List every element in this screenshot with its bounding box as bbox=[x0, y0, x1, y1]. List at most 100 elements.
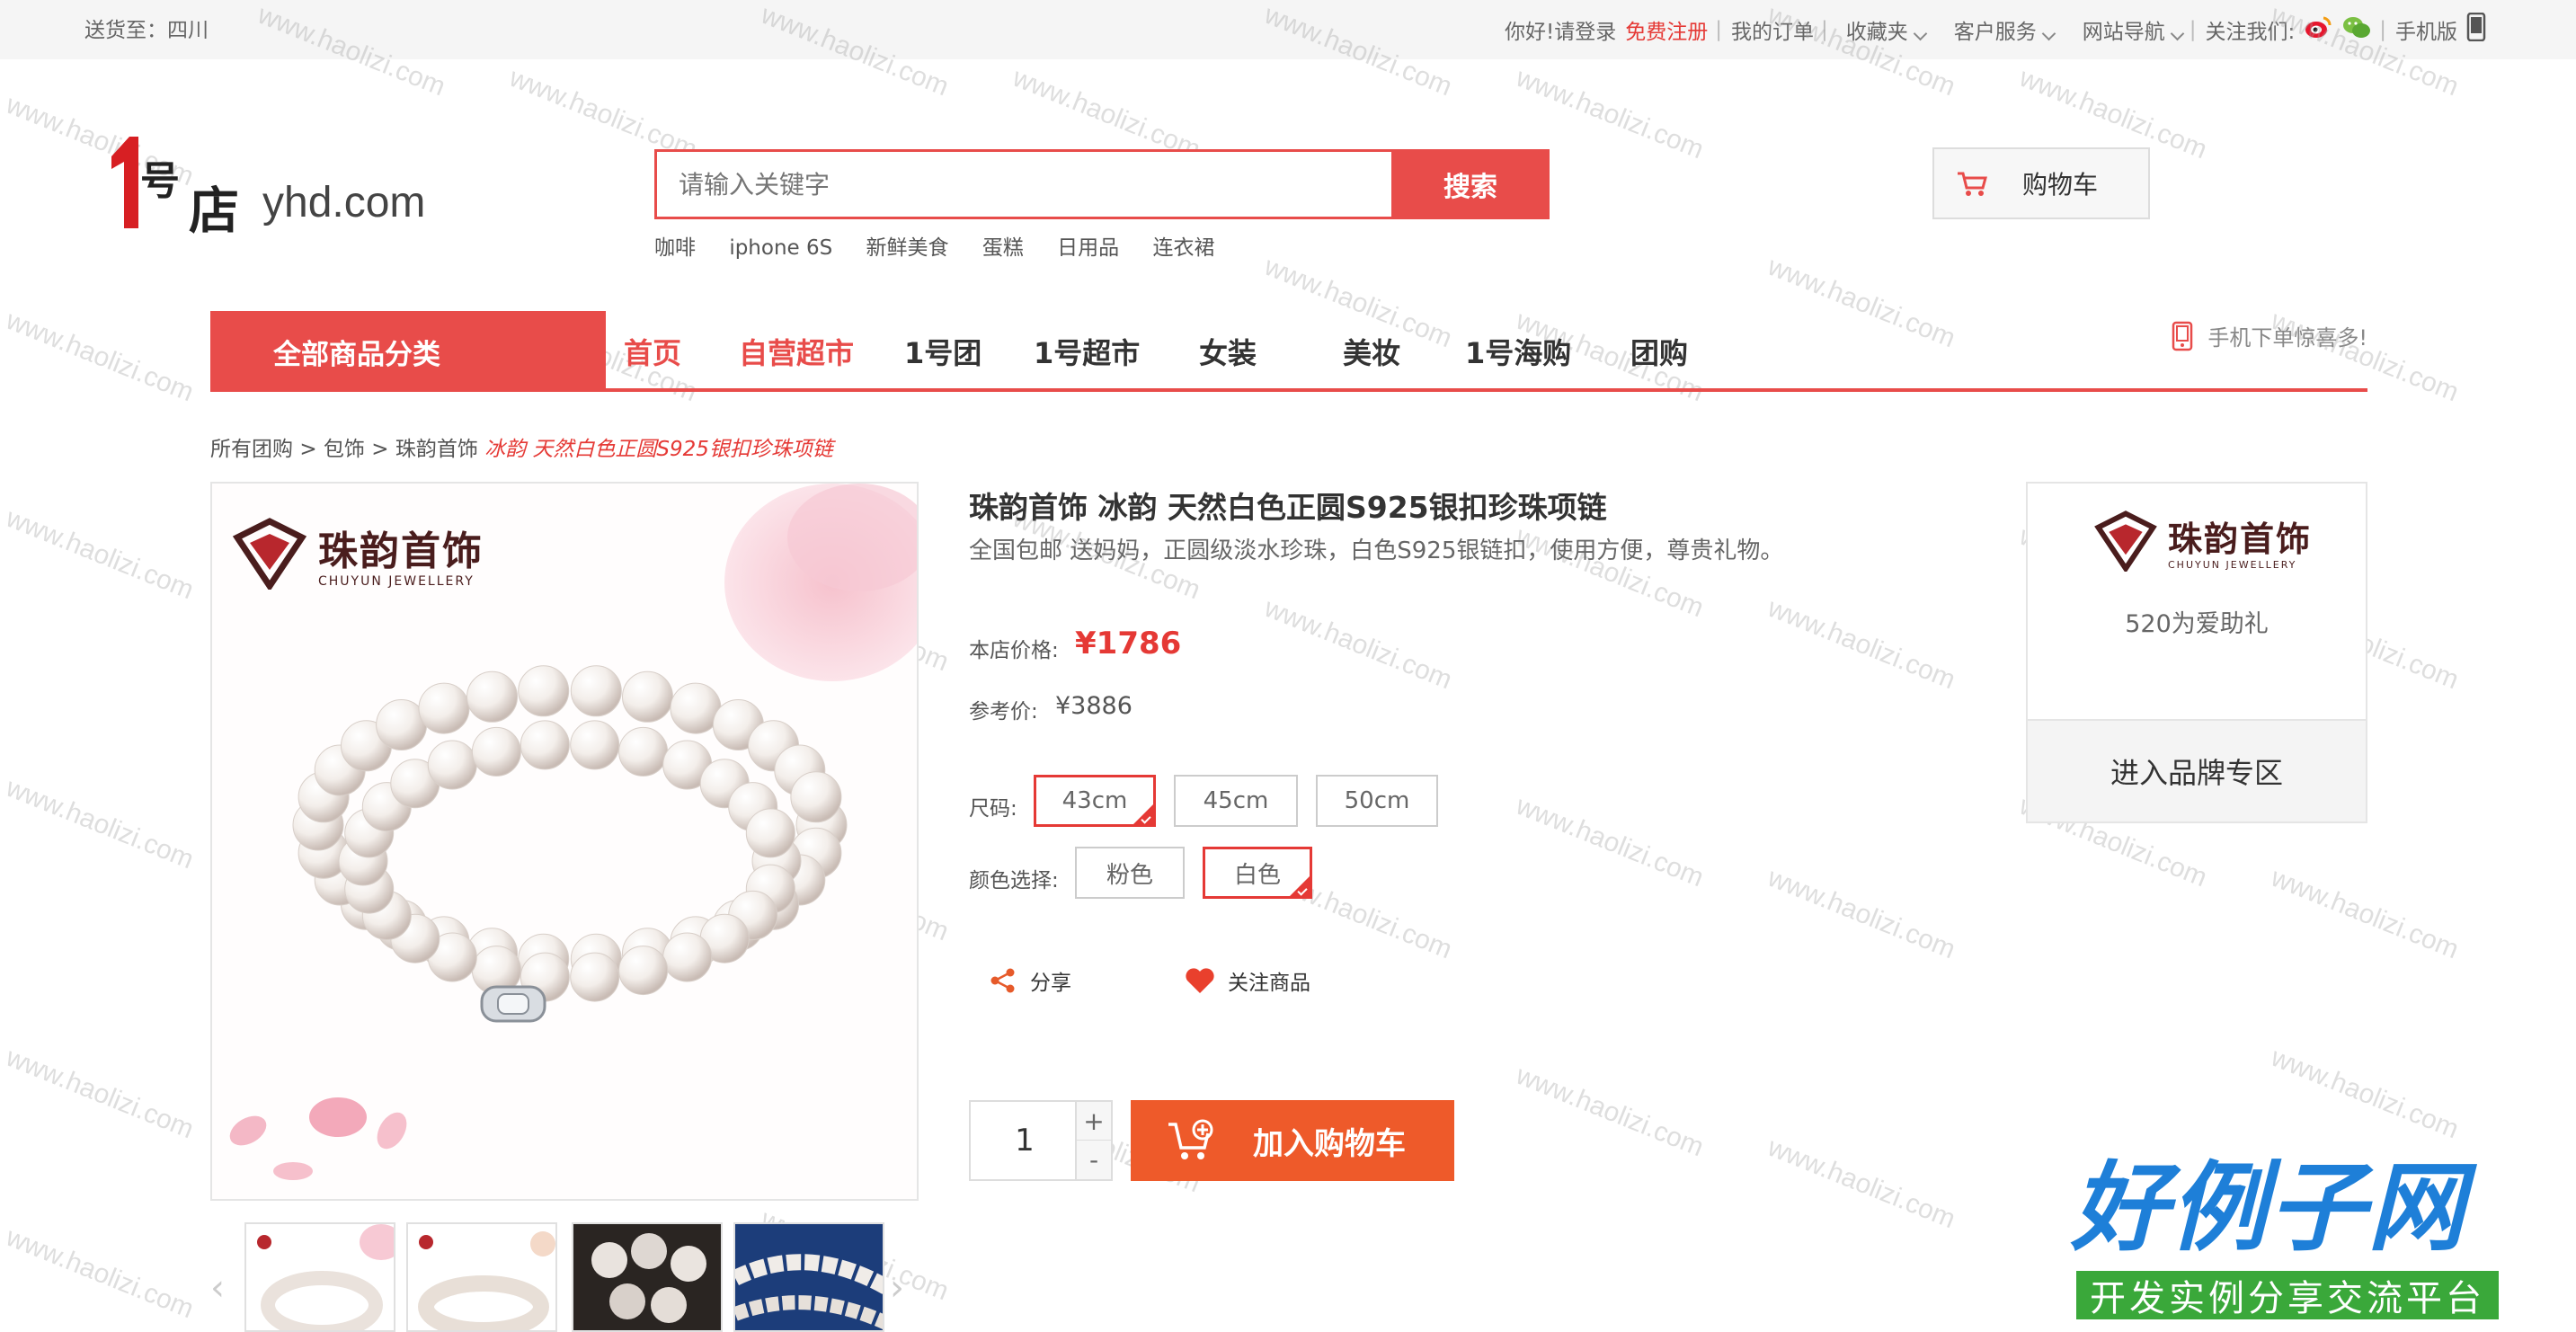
brand-gem-icon bbox=[232, 518, 307, 590]
site-badge: 好例子网 开发实例分享交流平台 bbox=[2071, 1150, 2502, 1330]
pearl bbox=[618, 726, 669, 777]
thumbnail-image[interactable] bbox=[733, 1222, 884, 1332]
thumb-pearl-image bbox=[246, 1224, 394, 1330]
site-logo[interactable]: 号 店 yhd.com bbox=[99, 131, 431, 257]
register-link[interactable]: 免费注册 bbox=[1625, 14, 1708, 45]
customer-service-menu[interactable]: 客户服务 bbox=[1945, 14, 2056, 45]
breadcrumb-current: 冰韵 天然白色正圆S925银扣珍珠项链 bbox=[484, 438, 833, 461]
quantity-input[interactable] bbox=[971, 1102, 1079, 1179]
brand-name-cn: 珠韵首饰 bbox=[2168, 519, 2313, 559]
size-option-43cm[interactable]: 43cm bbox=[1034, 775, 1156, 827]
breadcrumb-item[interactable]: 所有团购 bbox=[210, 438, 293, 461]
pearl bbox=[570, 720, 620, 770]
hot-keyword-link[interactable]: 蛋糕 bbox=[982, 236, 1024, 260]
hot-keyword-link[interactable]: 咖啡 bbox=[654, 236, 696, 260]
login-link[interactable]: 你好!请登录 bbox=[1505, 14, 1616, 45]
product-title: 珠韵首饰 冰韵 天然白色正圆S925银扣珍珠项链 bbox=[969, 490, 1607, 525]
thumb-pearl-image bbox=[408, 1224, 555, 1330]
color-option-pink[interactable]: 粉色 bbox=[1075, 847, 1185, 899]
phone-icon bbox=[2466, 12, 2486, 47]
pearl bbox=[662, 932, 713, 982]
share-button[interactable]: 分享 bbox=[989, 965, 1071, 996]
nav-item-group[interactable]: 1号团 bbox=[904, 331, 982, 372]
thumbnail-image[interactable] bbox=[244, 1222, 395, 1332]
enter-brand-zone-button[interactable]: 进入品牌专区 bbox=[2028, 719, 2366, 821]
breadcrumb-separator: > bbox=[299, 438, 324, 461]
site-badge-title: 好例子网 bbox=[2071, 1152, 2467, 1265]
main-nav: 全部商品分类 首页 自营超市 1号团 1号超市 女装 美妆 1号海购 团购 手机… bbox=[210, 311, 2367, 392]
watermark-text: www.haolizi.com bbox=[1260, 592, 1457, 696]
brand-name-en: CHUYUN JEWELLERY bbox=[318, 574, 475, 589]
mobile-promo[interactable]: 手机下单惊喜多! bbox=[2172, 320, 2367, 351]
follow-product-button[interactable]: 关注商品 bbox=[1185, 965, 1310, 996]
mobile-version-link[interactable]: 手机版 bbox=[2395, 14, 2457, 45]
wechat-icon[interactable] bbox=[2341, 14, 2372, 45]
nav-item-womenswear[interactable]: 女装 bbox=[1199, 331, 1257, 372]
divider: | bbox=[1821, 18, 1828, 41]
add-to-cart-button[interactable]: 加入购物车 bbox=[1131, 1100, 1454, 1181]
divider: | bbox=[1715, 18, 1722, 41]
brand-panel-logo[interactable]: 珠韵首饰 CHUYUN JEWELLERY bbox=[2091, 511, 2312, 572]
nav-item-supermarket[interactable]: 1号超市 bbox=[1034, 331, 1140, 372]
pearl-necklace-image bbox=[212, 484, 917, 1199]
hot-keyword-link[interactable]: 连衣裙 bbox=[1152, 236, 1214, 260]
size-option-label: 50cm bbox=[1344, 787, 1410, 814]
search-button[interactable]: 搜索 bbox=[1391, 149, 1550, 219]
thumb-next-arrow[interactable]: › bbox=[890, 1267, 904, 1309]
weibo-icon[interactable] bbox=[2304, 14, 2332, 45]
hot-keyword-link[interactable]: 新鲜美食 bbox=[866, 236, 949, 260]
quantity-plus-button[interactable]: + bbox=[1075, 1102, 1111, 1141]
nav-item-global[interactable]: 1号海购 bbox=[1465, 331, 1571, 372]
svg-text:号: 号 bbox=[140, 158, 180, 204]
divider: | bbox=[2189, 18, 2197, 41]
size-option-50cm[interactable]: 50cm bbox=[1316, 775, 1438, 827]
add-to-cart-label: 加入购物车 bbox=[1253, 1125, 1406, 1162]
quantity-stepper: + - bbox=[969, 1100, 1113, 1181]
hot-keyword-link[interactable]: iphone 6S bbox=[729, 236, 832, 260]
cart-button[interactable]: 购物车 bbox=[1932, 147, 2150, 219]
pearl bbox=[570, 952, 620, 1002]
nav-item-groupbuy[interactable]: 团购 bbox=[1630, 331, 1688, 372]
site-nav-menu[interactable]: 网站导航 bbox=[2074, 14, 2185, 45]
nav-item-home[interactable]: 首页 bbox=[624, 331, 681, 372]
product-main-image[interactable]: 珠韵首饰 CHUYUN JEWELLERY bbox=[210, 482, 919, 1201]
color-option-white[interactable]: 白色 bbox=[1203, 847, 1312, 899]
favorites-menu[interactable]: 收藏夹 bbox=[1837, 14, 1928, 45]
product-subtitle: 全国包邮 送妈妈，正圆级淡水珍珠，白色S925银链扣，使用方便，尊贵礼物。 bbox=[969, 537, 1784, 564]
watermark-text: www.haolizi.com bbox=[1763, 862, 1960, 965]
color-option-label: 粉色 bbox=[1106, 861, 1153, 889]
cart-add-icon bbox=[1168, 1119, 1213, 1159]
heart-icon bbox=[1186, 968, 1214, 993]
watermark-text: www.haolizi.com bbox=[1512, 1060, 1709, 1163]
color-label: 颜色选择: bbox=[969, 869, 1059, 892]
thumbnail-image[interactable] bbox=[572, 1222, 723, 1332]
hot-keyword-link[interactable]: 日用品 bbox=[1057, 236, 1119, 260]
top-links: 你好!请登录 免费注册 | 我的订单 | 收藏夹 客户服务 网站导航 | 关注我… bbox=[1496, 12, 2486, 47]
size-label: 尺码: bbox=[969, 797, 1017, 821]
ship-to-location[interactable]: 送货至：四川 bbox=[84, 13, 209, 43]
brand-logo: 珠韵首饰 CHUYUN JEWELLERY bbox=[228, 518, 484, 590]
hot-keywords: 咖啡 iphone 6S 新鲜美食 蛋糕 日用品 连衣裙 bbox=[654, 230, 1241, 261]
svg-text:店: 店 bbox=[189, 182, 239, 241]
pearl bbox=[790, 771, 842, 823]
phone-icon bbox=[2172, 321, 2193, 351]
breadcrumb-item[interactable]: 珠韵首饰 bbox=[395, 438, 478, 461]
quantity-minus-button[interactable]: - bbox=[1075, 1141, 1111, 1179]
size-option-45cm[interactable]: 45cm bbox=[1174, 775, 1298, 827]
my-orders-link[interactable]: 我的订单 bbox=[1731, 14, 1814, 45]
brand-name-en: CHUYUN JEWELLERY bbox=[2168, 559, 2297, 571]
customer-service-label: 客户服务 bbox=[1953, 21, 2037, 44]
thumb-prev-arrow[interactable]: ‹ bbox=[210, 1267, 225, 1309]
nav-item-beauty[interactable]: 美妆 bbox=[1343, 331, 1400, 372]
nav-item-self-supermarket[interactable]: 自营超市 bbox=[739, 331, 854, 372]
price-label: 本店价格: bbox=[969, 639, 1059, 662]
follow-us-label: 关注我们: bbox=[2205, 21, 2296, 44]
reference-price-label: 参考价: bbox=[969, 700, 1038, 724]
brand-name-cn: 珠韵首饰 bbox=[318, 528, 484, 574]
search-input[interactable] bbox=[657, 152, 1387, 217]
thumbnail-image[interactable] bbox=[406, 1222, 557, 1332]
watermark-text: www.haolizi.com bbox=[2, 1221, 199, 1325]
breadcrumb-item[interactable]: 包饰 bbox=[324, 438, 365, 461]
site-nav-label: 网站导航 bbox=[2082, 21, 2165, 44]
all-categories-button[interactable]: 全部商品分类 bbox=[210, 311, 606, 392]
